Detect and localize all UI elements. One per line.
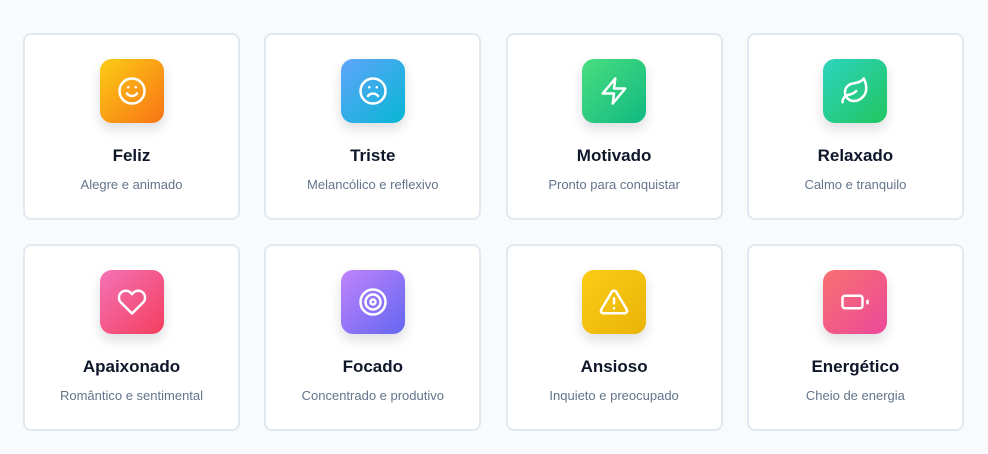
mood-title: Relaxado [817, 146, 894, 165]
mood-subtitle: Alegre e animado [80, 177, 183, 192]
leaf-icon [823, 59, 888, 123]
mood-card-apaixonado[interactable]: Apaixonado Romântico e sentimental [23, 244, 240, 431]
mood-title: Energético [811, 357, 900, 376]
mood-title: Triste [350, 146, 396, 165]
mood-card-energetico[interactable]: Energético Cheio de energia [746, 244, 964, 431]
mood-card-relaxado[interactable]: Relaxado Calmo e tranquilo [746, 33, 964, 220]
mood-subtitle: Romântico e sentimental [59, 388, 204, 403]
mood-card-triste[interactable]: Triste Melancólico e reflexivo [264, 33, 482, 220]
mood-title: Feliz [112, 146, 151, 165]
mood-title: Motivado [576, 146, 652, 165]
smile-icon [99, 59, 164, 123]
mood-grid: Feliz Alegre e animado Triste Melancólic… [23, 33, 964, 431]
heart-icon [99, 270, 164, 334]
mood-subtitle: Concentrado e produtivo [301, 388, 444, 403]
mood-card-ansioso[interactable]: Ansioso Inquieto e preocupado [505, 244, 723, 431]
mood-title: Focado [342, 357, 404, 376]
mood-card-feliz[interactable]: Feliz Alegre e animado [23, 33, 240, 220]
mood-card-motivado[interactable]: Motivado Pronto para conquistar [505, 33, 723, 220]
mood-title: Ansioso [580, 357, 648, 376]
mood-subtitle: Cheio de energia [805, 388, 905, 403]
warning-icon [582, 270, 647, 334]
mood-subtitle: Inquieto e preocupado [549, 388, 679, 403]
mood-title: Apaixonado [82, 357, 181, 376]
lightning-icon [582, 59, 647, 123]
battery-icon [823, 270, 888, 334]
frown-icon [340, 59, 405, 123]
target-icon [340, 270, 405, 334]
mood-subtitle: Melancólico e reflexivo [307, 177, 439, 192]
mood-subtitle: Calmo e tranquilo [804, 177, 907, 192]
mood-card-focado[interactable]: Focado Concentrado e produtivo [264, 244, 482, 431]
mood-subtitle: Pronto para conquistar [548, 177, 680, 192]
